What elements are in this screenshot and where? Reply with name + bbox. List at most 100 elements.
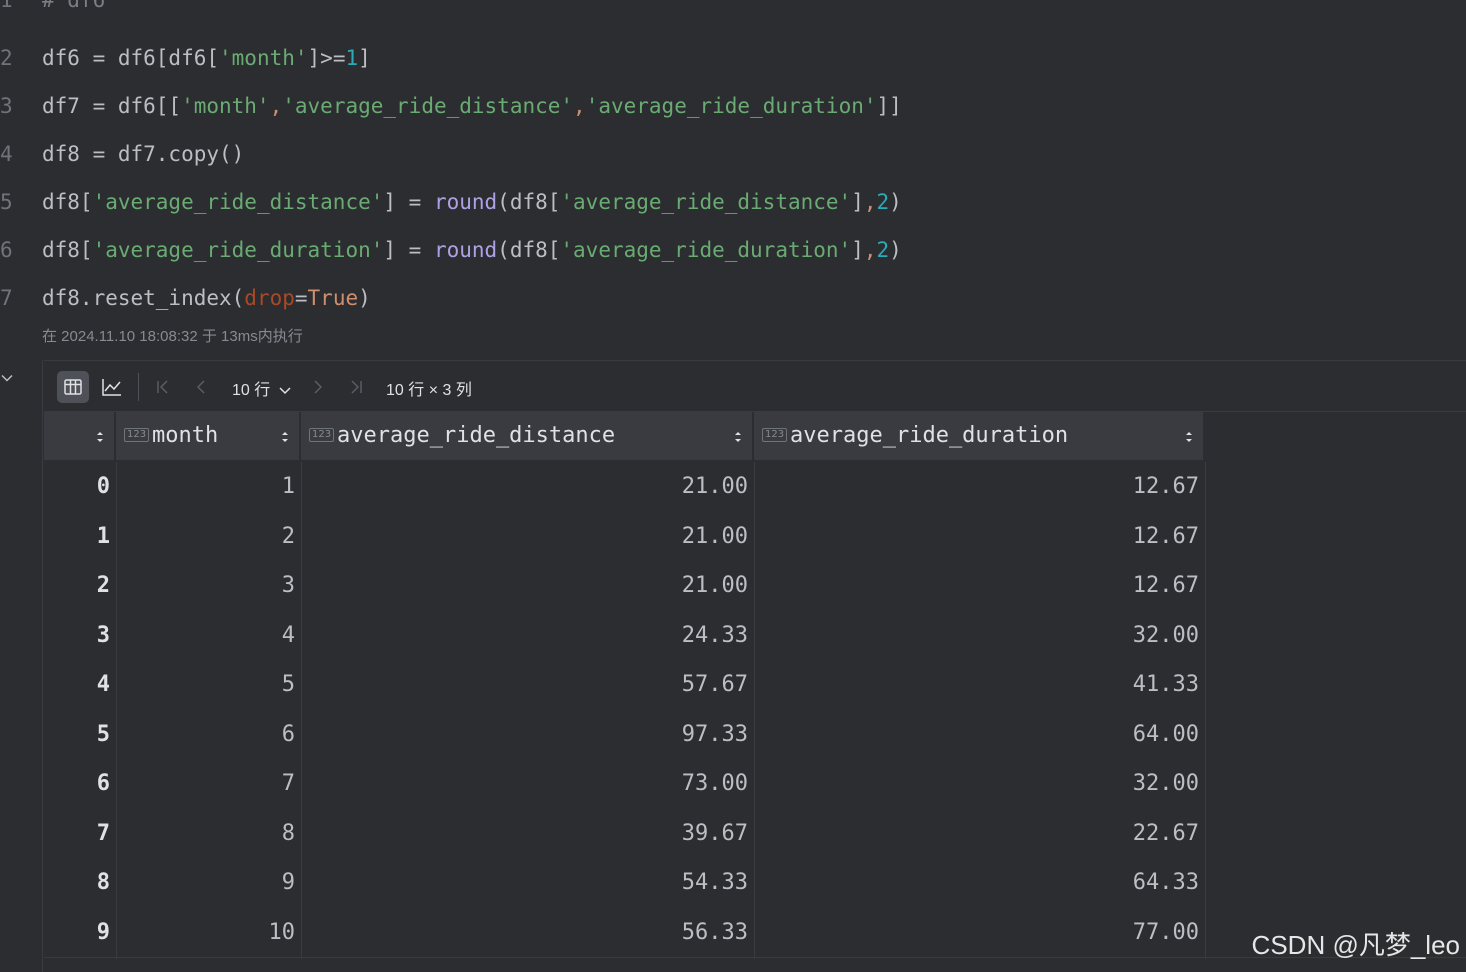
next-page-icon[interactable] [306, 375, 330, 399]
table-icon[interactable] [57, 371, 89, 403]
table-row[interactable]: 1 2 21.00 12.67 [44, 512, 1205, 562]
code-token: 'average_ride_duration' [92, 238, 384, 262]
row-index-cell[interactable]: 8 [44, 858, 116, 908]
table-cell[interactable]: 8 [116, 809, 301, 859]
numeric-type-icon: 123 [762, 428, 788, 442]
table-cell[interactable]: 21.00 [301, 462, 754, 512]
code-token: 'average_ride_duration' [585, 94, 877, 118]
table-row[interactable]: 0 1 21.00 12.67 [44, 462, 1205, 512]
code-token: 'average_ride_distance' [282, 94, 574, 118]
row-index-cell[interactable]: 2 [44, 561, 116, 611]
table-cell[interactable]: 73.00 [301, 759, 754, 809]
table-row[interactable]: 7 8 39.67 22.67 [44, 809, 1205, 859]
code-token: ] = [383, 190, 434, 214]
last-page-icon[interactable] [344, 375, 368, 399]
code-token: df6 = df6[df6[ [42, 46, 220, 70]
prev-page-icon[interactable] [189, 375, 213, 399]
code-token: , [863, 190, 877, 214]
table-cell[interactable]: 57.67 [301, 660, 754, 710]
table-row[interactable]: 6 7 73.00 32.00 [44, 759, 1205, 809]
code-token: 'month' [219, 46, 308, 70]
line-number: 2 [0, 46, 13, 70]
column-header-label: average_ride_duration [790, 423, 1069, 448]
table-row[interactable]: 9 10 56.33 77.00 [44, 908, 1205, 958]
table-cell[interactable]: 54.33 [301, 858, 754, 908]
table-cell[interactable]: 12.67 [754, 512, 1205, 562]
table-row[interactable]: 4 5 57.67 41.33 [44, 660, 1205, 710]
column-header-label: month [152, 423, 219, 448]
code-editor[interactable]: 1 # df6 2 df6 = df6[df6['month']>=1] 3 df7 = … [0, 0, 1466, 360]
table-row[interactable]: 8 9 54.33 64.33 [44, 858, 1205, 908]
code-line[interactable]: 6 df8['average_ride_duration'] = round(df… [0, 238, 1466, 286]
table-cell[interactable]: 41.33 [754, 660, 1205, 710]
table-cell[interactable]: 22.67 [754, 809, 1205, 859]
row-index-cell[interactable]: 7 [44, 809, 116, 859]
row-index-cell[interactable]: 6 [44, 759, 116, 809]
table-row[interactable]: 3 4 24.33 32.00 [44, 611, 1205, 661]
chevron-down-icon [279, 387, 291, 395]
watermark: CSDN @凡梦_leo [1251, 930, 1460, 960]
code-text: df8.reset_index(drop=True) [42, 286, 371, 310]
code-line[interactable]: 5 df8['average_ride_distance'] = round(df… [0, 190, 1466, 238]
table-cell[interactable]: 32.00 [754, 759, 1205, 809]
first-page-icon[interactable] [151, 375, 175, 399]
table-cell[interactable]: 21.00 [301, 512, 754, 562]
index-column-header[interactable] [44, 412, 116, 460]
table-cell[interactable]: 39.67 [301, 809, 754, 859]
row-index-cell[interactable]: 0 [44, 462, 116, 512]
table-cell[interactable]: 77.00 [754, 908, 1205, 958]
column-header[interactable]: 123 month [116, 412, 301, 460]
row-index-cell[interactable]: 9 [44, 908, 116, 958]
table-row[interactable]: 2 3 21.00 12.67 [44, 561, 1205, 611]
table-cell[interactable]: 97.33 [301, 710, 754, 760]
table-cell[interactable]: 9 [116, 858, 301, 908]
row-index-cell[interactable]: 1 [44, 512, 116, 562]
code-token: round [433, 238, 498, 262]
code-token: (df8[ [497, 190, 561, 214]
table-cell[interactable]: 32.00 [754, 611, 1205, 661]
table-cell[interactable]: 64.00 [754, 710, 1205, 760]
column-header[interactable]: 123 average_ride_distance [301, 412, 754, 460]
code-line[interactable]: 1 # df6 [0, 0, 1466, 36]
line-number: 5 [0, 190, 13, 214]
line-number: 3 [0, 94, 13, 118]
row-index-cell[interactable]: 4 [44, 660, 116, 710]
table-cell[interactable]: 6 [116, 710, 301, 760]
table-cell[interactable]: 12.67 [754, 462, 1205, 512]
code-line[interactable]: 2 df6 = df6[df6['month']>=1] [0, 46, 1466, 94]
table-cell[interactable]: 24.33 [301, 611, 754, 661]
table-cell[interactable]: 56.33 [301, 908, 754, 958]
table-cell[interactable]: 1 [116, 462, 301, 512]
chevron-down-icon[interactable] [0, 370, 16, 386]
table-cell[interactable]: 64.33 [754, 858, 1205, 908]
table-cell[interactable]: 5 [116, 660, 301, 710]
sort-icon[interactable] [281, 430, 289, 444]
table-cell[interactable]: 12.67 [754, 561, 1205, 611]
table-cell[interactable]: 21.00 [301, 561, 754, 611]
numeric-type-icon: 123 [124, 428, 150, 442]
row-index-cell[interactable]: 3 [44, 611, 116, 661]
chart-icon[interactable] [96, 371, 128, 403]
page-size-select[interactable]: 10 行 [232, 376, 291, 400]
column-header[interactable]: 123 average_ride_duration [754, 412, 1205, 460]
code-text: df7 = df6[['month','average_ride_distanc… [42, 94, 902, 118]
code-token: , [269, 94, 283, 118]
table-cell[interactable]: 10 [116, 908, 301, 958]
column-divider [1205, 462, 1206, 959]
code-line[interactable]: 4 df8 = df7.copy() [0, 142, 1466, 190]
sort-icon[interactable] [96, 430, 104, 444]
code-token: df7 = df6[[ [42, 94, 182, 118]
line-number: 4 [0, 142, 13, 166]
code-line[interactable]: 3 df7 = df6[['month','average_ride_distan… [0, 94, 1466, 142]
sort-icon[interactable] [1185, 430, 1193, 444]
code-token: = [294, 286, 308, 310]
sort-icon[interactable] [734, 430, 742, 444]
code-token: True [307, 286, 359, 310]
table-cell[interactable]: 7 [116, 759, 301, 809]
column-header-label: average_ride_distance [337, 423, 616, 448]
table-cell[interactable]: 3 [116, 561, 301, 611]
table-cell[interactable]: 2 [116, 512, 301, 562]
row-index-cell[interactable]: 5 [44, 710, 116, 760]
table-cell[interactable]: 4 [116, 611, 301, 661]
table-row[interactable]: 5 6 97.33 64.00 [44, 710, 1205, 760]
